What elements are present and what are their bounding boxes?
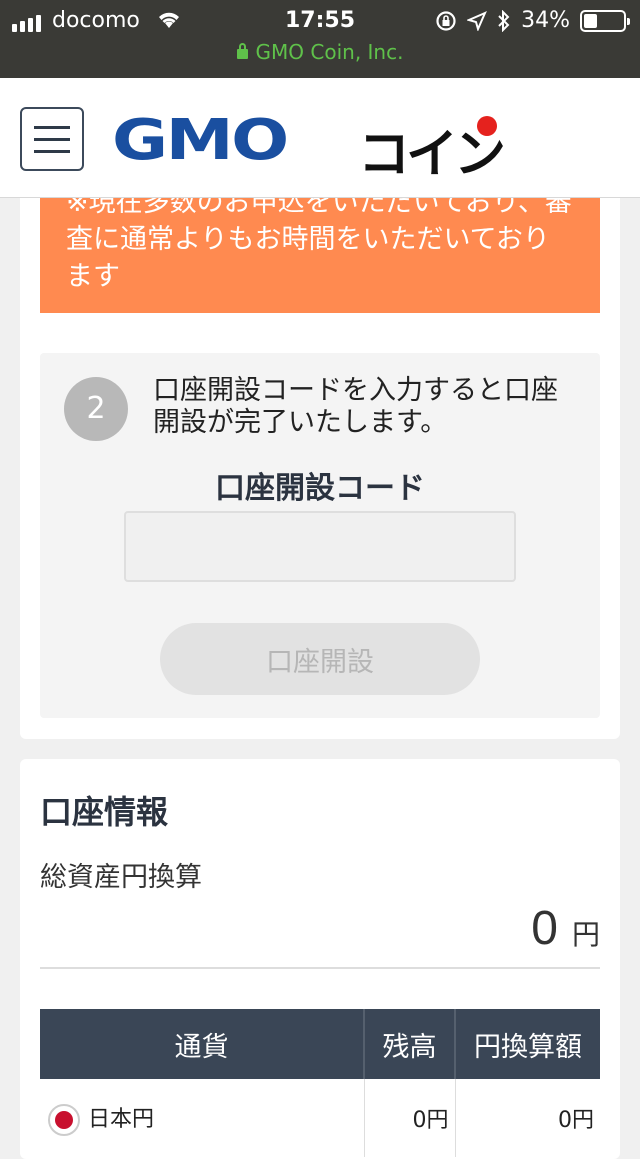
balance-cell: 0円 bbox=[364, 1079, 456, 1157]
battery-percent: 34% bbox=[521, 8, 570, 33]
table-header-row: 通貨 残高 円換算額 bbox=[40, 1009, 600, 1079]
currency-cell: 日本円 bbox=[40, 1079, 365, 1157]
step-number-badge: 2 bbox=[64, 377, 128, 441]
notice-text: ※現在多数のお申込をいただいており、審査に通常よりもお時間をいただいております bbox=[66, 198, 572, 292]
balance-table: 通貨 残高 円換算額 日本円 0円 0円 bbox=[40, 1009, 600, 1157]
notice-banner: ※現在多数のお申込をいただいており、審査に通常よりもお時間をいただいております bbox=[40, 198, 600, 313]
total-assets-value: 0 円 bbox=[531, 901, 600, 956]
total-assets-label: 総資産円換算 bbox=[40, 862, 202, 893]
open-account-button[interactable]: 口座開設 bbox=[160, 623, 480, 695]
currency-name: 日本円 bbox=[88, 1106, 155, 1132]
lock-icon bbox=[236, 43, 248, 59]
table-row: 日本円 0円 0円 bbox=[40, 1079, 600, 1157]
logo-text: GMO bbox=[112, 107, 289, 173]
status-bar: docomo 17:55 34% GMO Coin, Inc. bbox=[0, 0, 640, 78]
account-info-card: 口座情報 総資産円換算 0 円 通貨 残高 円換算額 日本円 0円 0円 bbox=[20, 759, 620, 1159]
bluetooth-icon bbox=[498, 9, 510, 32]
total-unit: 円 bbox=[571, 918, 600, 951]
account-code-input[interactable] bbox=[124, 511, 516, 582]
section-title: 口座情報 bbox=[40, 793, 169, 831]
battery-icon bbox=[580, 9, 630, 32]
orientation-lock-icon bbox=[436, 10, 456, 31]
location-icon bbox=[467, 10, 488, 31]
japan-flag-icon bbox=[48, 1103, 80, 1136]
site-name: GMO Coin, Inc. bbox=[255, 40, 404, 64]
total-number: 0 bbox=[531, 902, 558, 955]
column-header-yen-value: 円換算額 bbox=[455, 1009, 600, 1079]
account-opening-card: ※現在多数のお申込をいただいており、審査に通常よりもお時間をいただいております … bbox=[20, 198, 620, 739]
column-header-balance: 残高 bbox=[364, 1009, 456, 1079]
gmo-coin-logo[interactable]: GMO コイン bbox=[112, 108, 506, 186]
code-label: 口座開設コード bbox=[215, 471, 425, 506]
column-header-currency: 通貨 bbox=[40, 1009, 365, 1079]
url-bar[interactable]: GMO Coin, Inc. bbox=[0, 40, 640, 64]
hamburger-menu-button[interactable] bbox=[20, 107, 84, 171]
divider bbox=[40, 967, 600, 969]
yen-value-cell: 0円 bbox=[558, 1108, 594, 1133]
step-instruction: 口座開設コードを入力すると口座開設が完了いたします。 bbox=[153, 375, 558, 438]
site-header: GMO コイン bbox=[0, 78, 640, 198]
step-2-box: 2 口座開設コードを入力すると口座開設が完了いたします。 口座開設コード 口座開… bbox=[40, 353, 600, 718]
logo-red-dot bbox=[477, 116, 497, 136]
